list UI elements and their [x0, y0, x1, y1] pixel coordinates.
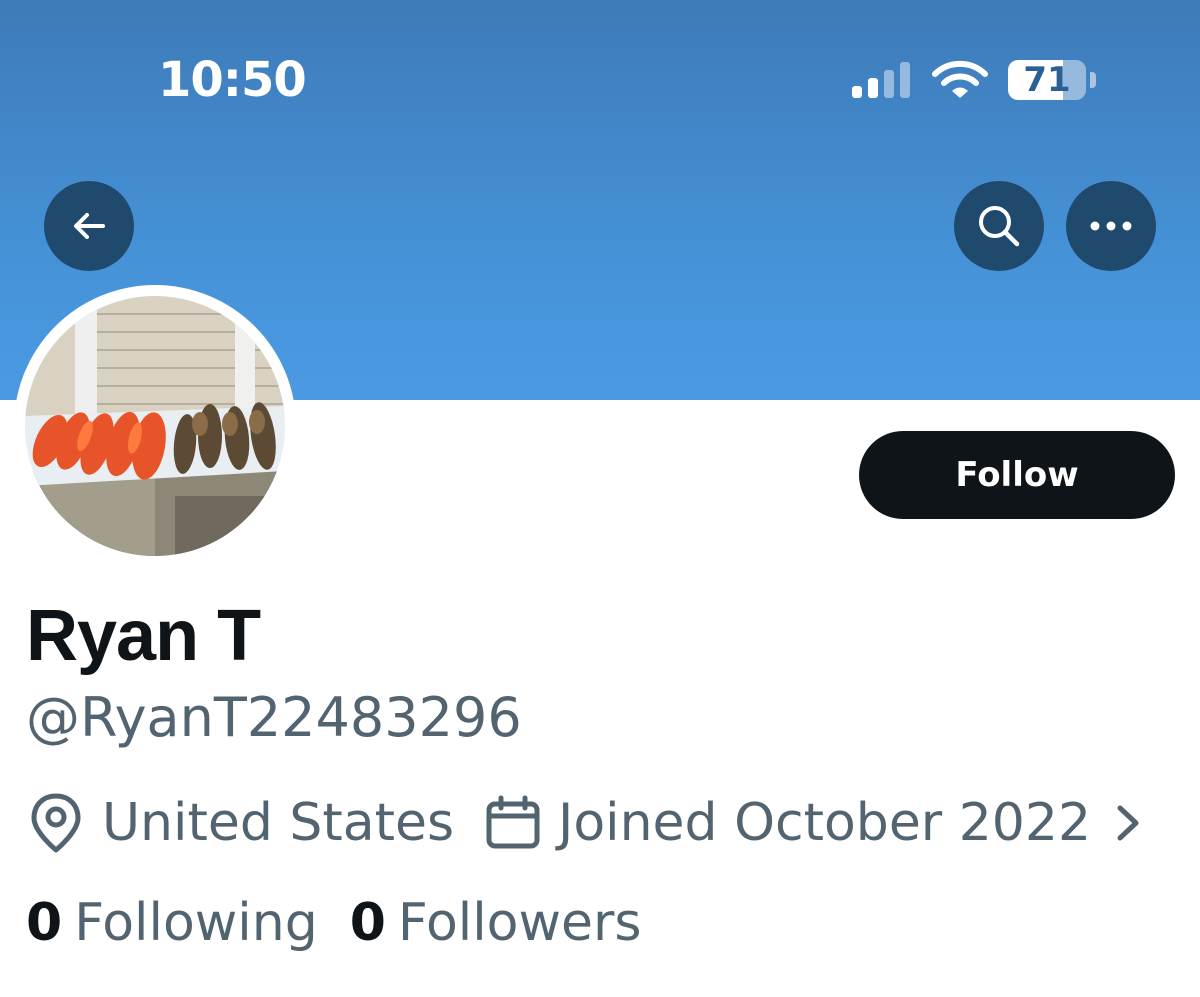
follow-button[interactable]: Follow	[859, 431, 1175, 519]
arrow-left-icon	[74, 213, 105, 239]
user-handle: @RyanT22483296	[26, 686, 522, 749]
more-horizontal-icon	[1090, 221, 1132, 231]
following-label: Following	[74, 893, 318, 953]
battery-icon: 71	[1008, 60, 1096, 102]
location-text: United States	[102, 793, 455, 853]
status-time: 10:50	[158, 52, 307, 108]
display-name: Ryan T	[26, 596, 261, 676]
battery-level: 71	[1023, 60, 1071, 100]
following-link[interactable]: 0 Following	[26, 893, 318, 953]
wifi-icon	[932, 60, 988, 98]
chevron-right-icon[interactable]	[1108, 800, 1148, 846]
calendar-icon	[486, 795, 540, 849]
search-icon	[979, 206, 1020, 247]
followers-count: 0	[349, 893, 386, 953]
join-date[interactable]: Joined October 2022	[484, 788, 1091, 858]
cellular-signal-icon	[852, 62, 910, 98]
back-button[interactable]	[44, 181, 134, 271]
profile-meta: United States Joined October 2022	[28, 788, 1178, 858]
follow-stats: 0 Following 0 Followers	[26, 888, 926, 958]
avatar[interactable]	[14, 285, 296, 567]
location-pin-icon	[31, 793, 81, 853]
followers-link[interactable]: 0 Followers	[350, 893, 642, 953]
following-count: 0	[26, 893, 63, 953]
more-options-button[interactable]	[1066, 181, 1156, 271]
avatar-photo	[25, 296, 285, 556]
join-date-text: Joined October 2022	[558, 793, 1092, 853]
followers-label: Followers	[397, 893, 642, 953]
location: United States	[28, 788, 454, 858]
search-button[interactable]	[954, 181, 1044, 271]
